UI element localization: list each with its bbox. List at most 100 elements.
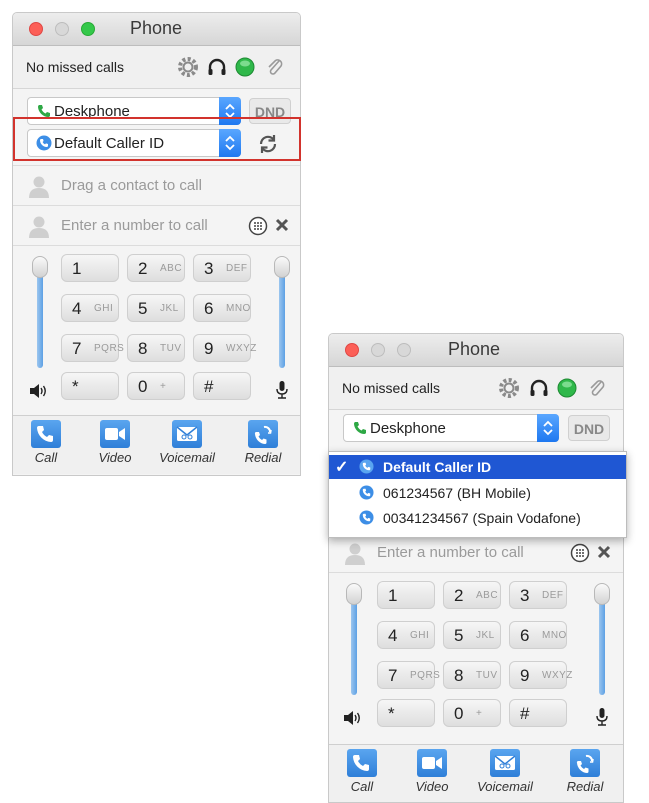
video-button[interactable]: Video xyxy=(401,745,463,794)
dial-key-digit: * xyxy=(72,377,79,396)
dial-key[interactable]: 3 DEF xyxy=(193,254,251,282)
clear-x-icon[interactable] xyxy=(274,217,290,233)
dial-key-digit: 8 xyxy=(454,666,464,685)
slider-knob[interactable] xyxy=(594,583,610,605)
window-title: Phone xyxy=(448,339,501,359)
dial-key[interactable]: # xyxy=(509,699,567,727)
call-button[interactable]: Call xyxy=(331,745,393,794)
speaker-volume-slider[interactable] xyxy=(32,256,48,368)
video-button[interactable]: Video xyxy=(84,416,146,465)
dial-key[interactable]: 2 ABC xyxy=(443,581,501,609)
dial-key-letters: + xyxy=(160,381,167,392)
caller-id-option[interactable]: 00341234567 (Spain Vodafone) xyxy=(329,506,626,530)
call-button[interactable]: Call xyxy=(15,416,77,465)
dial-key[interactable]: 3 DEF xyxy=(509,581,567,609)
redial-icon xyxy=(254,425,272,444)
dial-key[interactable]: 8 TUV xyxy=(127,334,185,362)
dnd-button[interactable]: DND xyxy=(568,415,610,441)
person-icon xyxy=(29,176,49,198)
zoom-button[interactable] xyxy=(81,22,95,36)
missed-calls-status: No missed calls xyxy=(26,59,125,75)
dialpad: 1 2 ABC 3 DEF 4 GHI 5 JKL 6 MNO 7 PQRS 8 TUV 9 WXYZ * 0 + # xyxy=(13,245,300,414)
slider-knob[interactable] xyxy=(274,256,290,278)
close-button[interactable] xyxy=(345,343,359,357)
dial-key[interactable]: 7 PQRS xyxy=(377,661,440,689)
dial-key-digit: 4 xyxy=(72,299,82,318)
minimize-button[interactable] xyxy=(55,22,69,36)
dial-key[interactable]: 7 PQRS xyxy=(61,334,124,362)
redial-button[interactable]: Redial xyxy=(554,745,616,794)
paperclip-icon[interactable] xyxy=(586,377,608,399)
speaker-volume-slider[interactable] xyxy=(346,583,362,695)
close-button[interactable] xyxy=(29,22,43,36)
presence-green-icon[interactable] xyxy=(556,377,578,399)
gear-icon[interactable] xyxy=(498,377,520,399)
dial-key[interactable]: 5 JKL xyxy=(127,294,185,322)
number-input[interactable]: Enter a number to call xyxy=(377,544,524,561)
drag-contact-placeholder: Drag a contact to call xyxy=(61,177,202,194)
dial-key[interactable]: 6 MNO xyxy=(193,294,251,322)
call-icon xyxy=(37,426,53,442)
headset-icon[interactable] xyxy=(206,56,228,78)
headset-icon[interactable] xyxy=(528,377,550,399)
dial-key[interactable]: 1 xyxy=(377,581,435,609)
gear-icon[interactable] xyxy=(177,56,199,78)
dial-key[interactable]: # xyxy=(193,372,251,400)
dial-key-digit: 6 xyxy=(520,626,530,645)
dial-key-letters: MNO xyxy=(542,630,567,641)
status-bar: No missed calls xyxy=(329,367,623,410)
device-select[interactable]: Deskphone xyxy=(343,414,559,442)
dial-key[interactable]: 0 + xyxy=(443,699,501,727)
dial-key[interactable]: * xyxy=(377,699,435,727)
voicemail-button[interactable]: Voicemail xyxy=(474,745,536,794)
clear-x-icon[interactable] xyxy=(596,544,612,560)
dial-key[interactable]: 5 JKL xyxy=(443,621,501,649)
call-icon xyxy=(353,755,369,771)
dial-key-digit: 9 xyxy=(204,339,214,358)
number-input[interactable]: Enter a number to call xyxy=(61,217,208,234)
status-bar: No missed calls xyxy=(13,46,300,89)
dial-key-letters: TUV xyxy=(476,670,498,681)
dial-key-letters: PQRS xyxy=(410,670,441,681)
dial-key[interactable]: 9 WXYZ xyxy=(509,661,572,689)
presence-green-icon[interactable] xyxy=(234,56,256,78)
caller-id-option[interactable]: 061234567 (BH Mobile) xyxy=(329,481,626,505)
mic-volume-slider[interactable] xyxy=(274,256,290,368)
caller-id-option[interactable]: ✓ Default Caller ID xyxy=(329,455,626,479)
dial-key[interactable]: 4 GHI xyxy=(377,621,435,649)
select-stepper-icon[interactable] xyxy=(537,414,559,442)
slider-knob[interactable] xyxy=(346,583,362,605)
minimize-button[interactable] xyxy=(371,343,385,357)
paperclip-icon[interactable] xyxy=(264,56,286,78)
phone-handset-icon xyxy=(353,422,366,435)
dial-key[interactable]: 6 MNO xyxy=(509,621,567,649)
speaker-icon xyxy=(30,384,46,398)
dial-key-letters: JKL xyxy=(160,303,179,314)
dial-key[interactable]: * xyxy=(61,372,119,400)
phone-window-left: Phone No missed calls Deskphone DND Defa… xyxy=(12,12,301,476)
dialpad-icon[interactable] xyxy=(248,216,268,236)
voicemail-button[interactable]: Voicemail xyxy=(156,416,218,465)
redial-button[interactable]: Redial xyxy=(232,416,294,465)
dial-key[interactable]: 8 TUV xyxy=(443,661,501,689)
title-bar[interactable]: Phone xyxy=(13,13,300,46)
slider-knob[interactable] xyxy=(32,256,48,278)
video-icon xyxy=(105,428,125,440)
dial-key[interactable]: 9 WXYZ xyxy=(193,334,256,362)
person-icon xyxy=(29,216,49,238)
dial-key[interactable]: 4 GHI xyxy=(61,294,119,322)
drag-contact-field[interactable]: Drag a contact to call xyxy=(13,165,300,206)
title-bar[interactable]: Phone xyxy=(329,334,623,367)
speaker-icon xyxy=(344,711,360,725)
number-input-row: Enter a number to call xyxy=(329,532,623,573)
dial-key[interactable]: 2 ABC xyxy=(127,254,185,282)
dial-key[interactable]: 0 + xyxy=(127,372,185,400)
dial-key[interactable]: 1 xyxy=(61,254,119,282)
mic-volume-slider[interactable] xyxy=(594,583,610,695)
call-label: Call xyxy=(350,779,374,794)
phone-window-right: Phone No missed calls Deskphone DND Ente… xyxy=(328,333,624,803)
dial-key-digit: 7 xyxy=(72,339,82,358)
dialpad-icon[interactable] xyxy=(570,543,590,563)
caller-id-highlight-box xyxy=(13,117,301,161)
zoom-button[interactable] xyxy=(397,343,411,357)
